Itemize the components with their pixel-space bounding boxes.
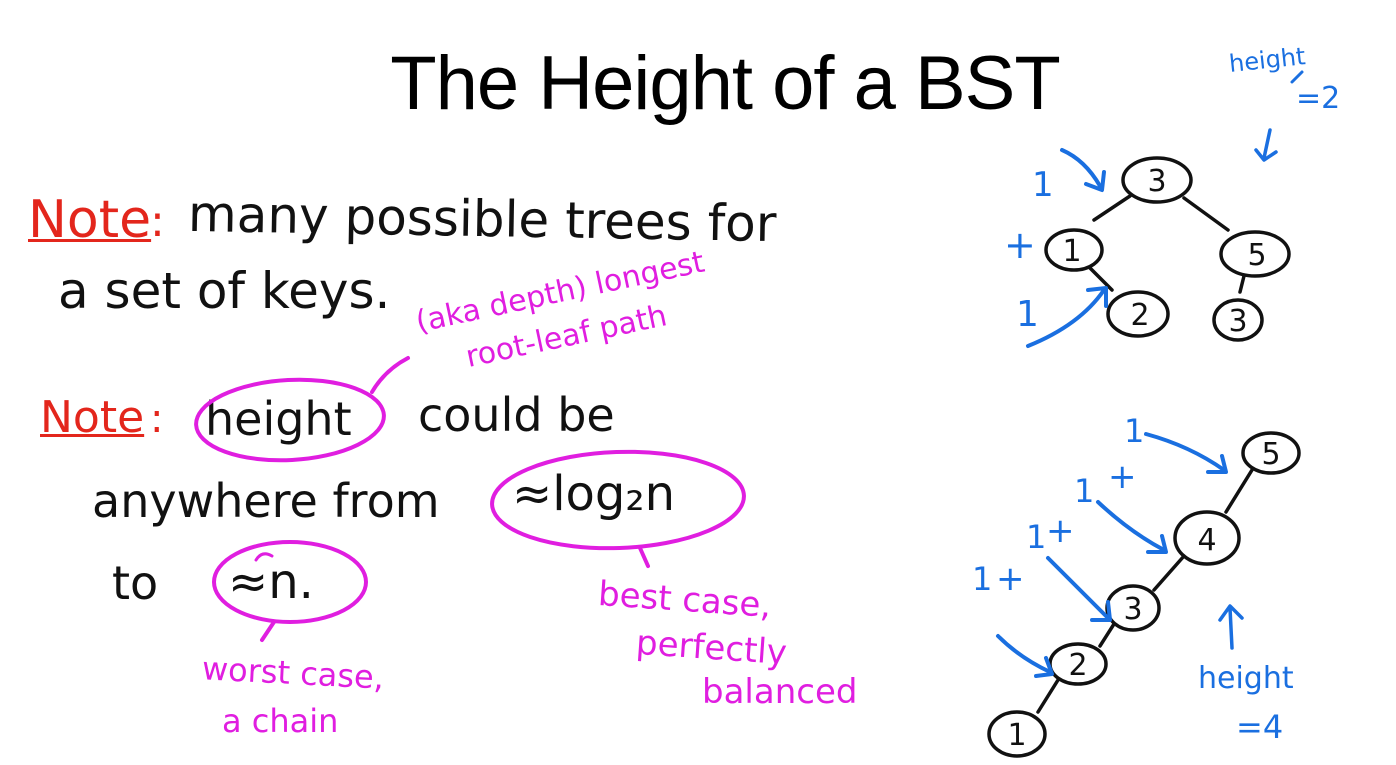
tree1-node-labels: 3 1 5 2 3 (1062, 164, 1266, 339)
drawing-layer: 3 1 5 2 3 1 + 1 height =2 5 4 3 2 1 1 + … (194, 42, 1340, 758)
tree2-node-5-label: 5 (1261, 437, 1280, 472)
tree2-height-label: height (1198, 661, 1294, 696)
tree2-arrow-d (996, 634, 1052, 674)
tree1-height-label: height (1228, 42, 1307, 78)
height-circle (194, 377, 386, 463)
tree1-edge-label-1: 1 (1032, 165, 1054, 205)
tree1-node-2-label: 2 (1130, 298, 1149, 333)
aka-connector (370, 356, 410, 394)
tree2-arrow-c (1046, 556, 1110, 620)
tree1-edge-5-3 (1238, 274, 1246, 294)
tree1-height-value: =2 (1296, 81, 1340, 116)
tree2-label-1c: 1 (1026, 518, 1046, 556)
tree1-edge-3-5 (1182, 196, 1230, 232)
tree2-label-1b: 1 (1074, 472, 1094, 510)
tree2-up-arrow (1218, 604, 1244, 650)
tree1-node-3-label: 3 (1147, 164, 1166, 199)
tree2-node-2-label: 2 (1068, 648, 1087, 683)
tree2-node-1-label: 1 (1007, 718, 1026, 753)
log-circle (490, 449, 746, 551)
tree1-node-3b-label: 3 (1228, 304, 1247, 339)
n-connector (260, 620, 276, 642)
tree1-node-5-label: 5 (1247, 238, 1266, 273)
tree2-node-labels: 5 4 3 2 1 (1007, 437, 1280, 753)
tree2-edge-4-3 (1152, 554, 1186, 592)
tree2-label-plus-a: + (1108, 457, 1137, 497)
tree2-edge-5-4 (1224, 468, 1254, 514)
tree1-blue-text: 1 + 1 height =2 (1004, 42, 1340, 335)
n-underline (254, 552, 274, 562)
tree2-label-plus-c: + (996, 559, 1025, 599)
tree2-arrow-b (1096, 500, 1166, 552)
tree1-arrow-2 (1026, 288, 1106, 348)
tree1-edge-label-2: 1 (1016, 294, 1039, 335)
tree2-label-plus-b: + (1046, 511, 1075, 551)
tree1-edge-label-plus: + (1004, 223, 1036, 267)
tree2-node-4-label: 4 (1197, 523, 1216, 558)
n-circle (212, 540, 368, 624)
tree2-edge-2-1 (1036, 678, 1060, 714)
tree1-node-1-label: 1 (1062, 234, 1081, 269)
log-connector (638, 546, 650, 568)
tree2-edge-3-2 (1098, 622, 1116, 648)
tree2-label-1d: 1 (972, 560, 992, 598)
tree1-down-arrow (1254, 128, 1278, 162)
tree1-arrow-1 (1060, 148, 1102, 188)
tree1-edge-3-1 (1092, 194, 1132, 222)
tree2-height-value: =4 (1236, 708, 1283, 746)
tree2-label-1a: 1 (1124, 412, 1144, 450)
tree2-arrow-a (1144, 432, 1226, 472)
tree2-node-3-label: 3 (1123, 592, 1142, 627)
